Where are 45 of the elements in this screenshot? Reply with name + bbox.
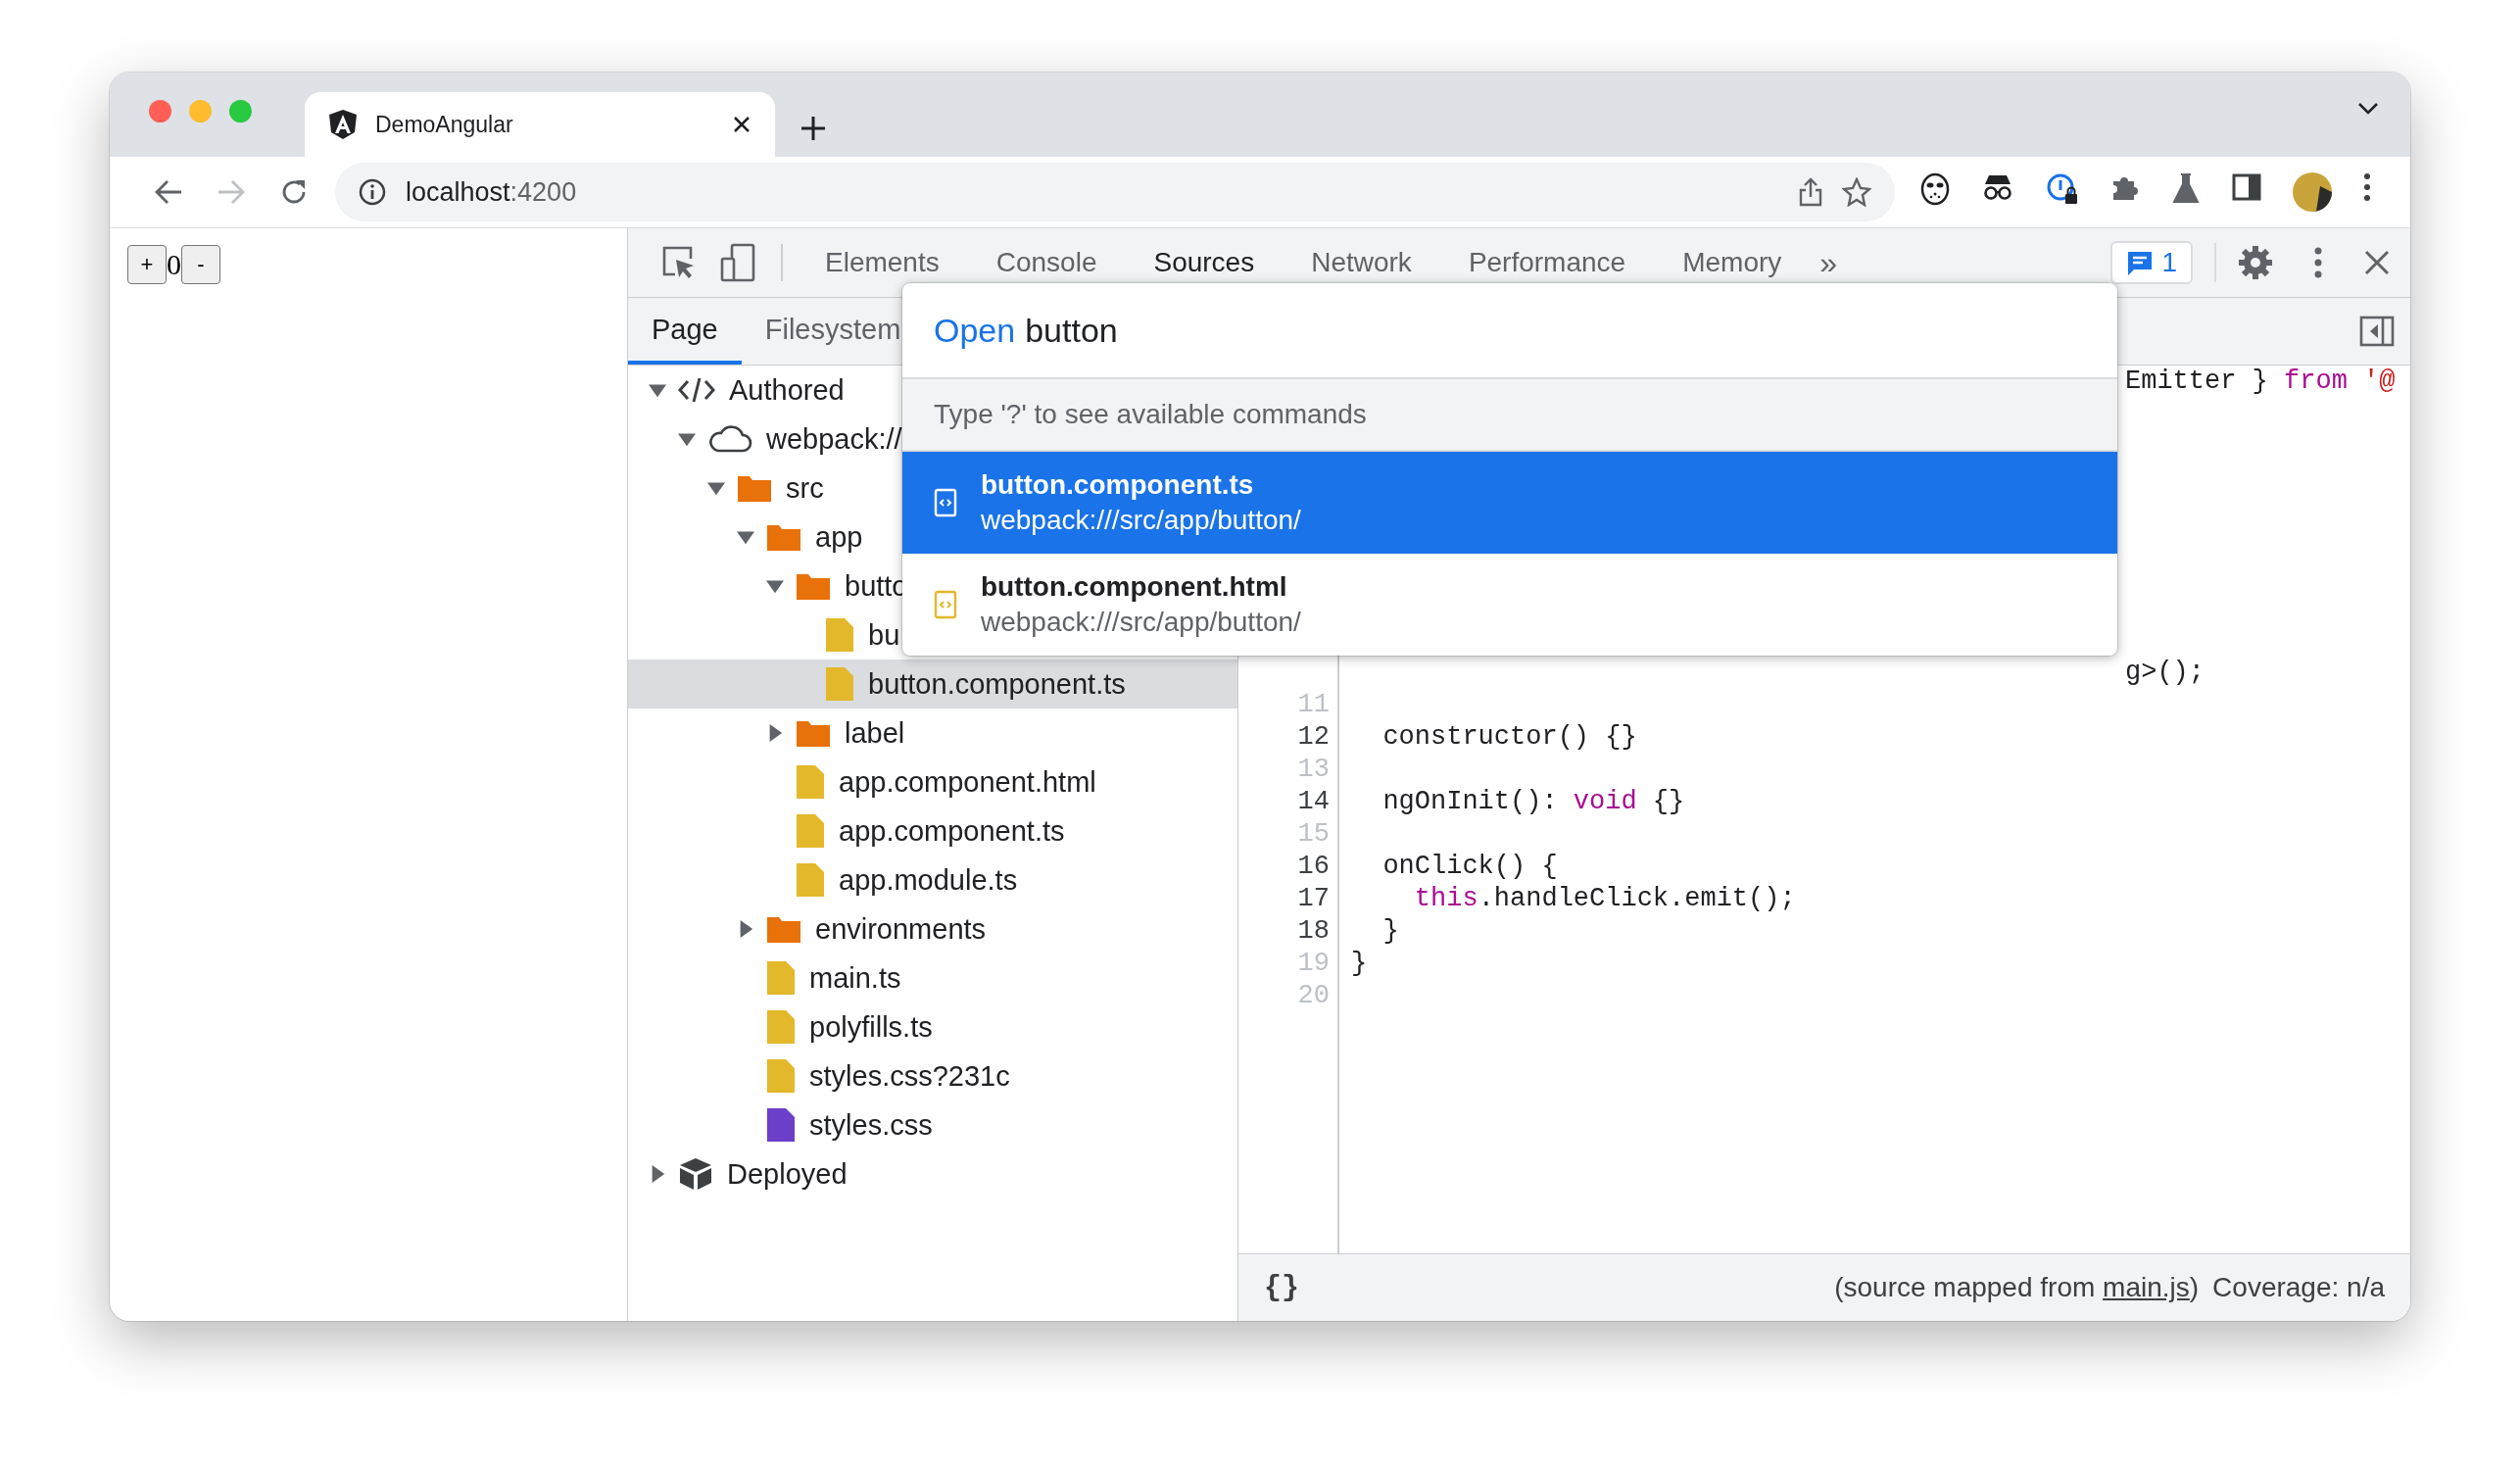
tree-item-label: environments	[815, 912, 987, 946]
line-number: 14	[1296, 786, 1331, 818]
url-text: localhost:4200	[406, 176, 578, 208]
hint-text: Type '?' to see available commands	[902, 379, 2117, 452]
line-number: 17	[1296, 883, 1331, 915]
code-line: g>();	[2125, 657, 2205, 689]
tree-item-label: label	[845, 716, 905, 750]
code-line: ngOnInit(): void {}	[1381, 786, 1685, 818]
tab-title: DemoAngular	[375, 111, 514, 138]
line-number: 19	[1296, 948, 1331, 980]
line-number: 11	[1296, 689, 1331, 721]
tree-item-label: app.module.ts	[839, 863, 1018, 897]
tree-item-label: button.component.ts	[868, 667, 1126, 701]
open-prompt: Open	[934, 311, 1016, 350]
source-mapping-note: (source mapped from main.js)	[1834, 1272, 2200, 1303]
result-title: button.component.html	[981, 571, 1288, 603]
counter-value: 0	[167, 247, 181, 282]
tree-item-label: app.component.ts	[839, 814, 1065, 848]
code-line: constructor() {}	[1381, 721, 1637, 754]
result-path: webpack:///src/app/button/	[981, 607, 1301, 638]
code-line: this.handleClick.emit();	[1413, 883, 1796, 915]
code-line: }	[1351, 948, 1368, 980]
code-line: onClick() {	[1381, 851, 1558, 883]
code-line: }	[1381, 915, 1399, 948]
tree-item-label: app.component.html	[839, 765, 1096, 799]
tree-item-label: app	[815, 520, 863, 554]
result-title: button.component.ts	[981, 469, 1255, 501]
line-number: 20	[1296, 980, 1331, 1012]
tree-item-label: styles.css	[809, 1108, 933, 1142]
tree-item-label: src	[786, 471, 824, 505]
line-number: 15	[1296, 818, 1331, 851]
line-number: 12	[1296, 721, 1331, 754]
tree-item-label: styles.css?231c	[809, 1059, 1010, 1093]
line-number: 16	[1296, 851, 1331, 883]
tree-item-label: polyfills.ts	[809, 1010, 933, 1044]
tree-item-label: webpack://	[766, 422, 902, 456]
tree-item-label: Deployed	[727, 1157, 848, 1191]
coverage-label: Coverage: n/a	[2212, 1272, 2385, 1303]
code-line: Emitter } from '@	[2125, 366, 2396, 398]
tree-item-label: Authored	[729, 373, 845, 407]
result-path: webpack:///src/app/button/	[981, 505, 1301, 536]
tree-item-label: main.ts	[809, 961, 901, 995]
line-number: 18	[1296, 915, 1331, 948]
line-number: 13	[1296, 754, 1331, 786]
tree-item-label: bu	[868, 618, 900, 652]
